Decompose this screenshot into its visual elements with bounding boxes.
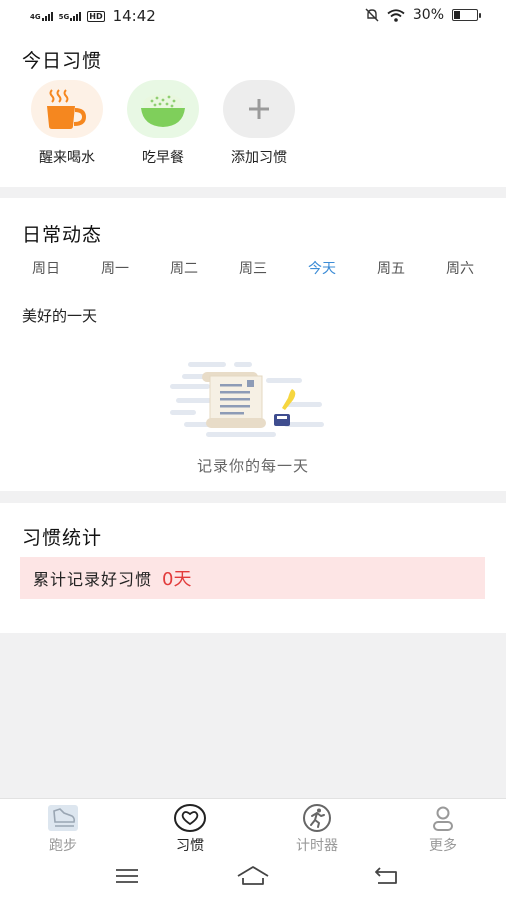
habit-drink-water[interactable]: 醒来喝水 <box>30 80 104 167</box>
signal-4g-icon: 4G <box>30 11 53 21</box>
wifi-icon <box>387 8 405 22</box>
tab-habits[interactable]: 习惯 <box>145 803 235 855</box>
daily-subtitle: 美好的一天 <box>22 307 98 325</box>
habit-stats-title: 习惯统计 <box>22 527 103 549</box>
daily-card: 日常动态 周日 周一 周二 周三 今天 周五 周六 美好的一天 记录你的每一天 <box>0 198 506 491</box>
mute-icon <box>365 8 379 22</box>
total-habits-value: 0天 <box>162 569 192 590</box>
shoe-icon <box>48 805 78 831</box>
user-icon <box>433 806 453 831</box>
runner-icon <box>303 804 331 832</box>
day-wednesday[interactable]: 周三 <box>223 258 283 278</box>
clock: 14:42 <box>112 7 156 25</box>
tab-label: 更多 <box>429 838 457 854</box>
cup-icon <box>47 89 87 129</box>
battery-percent: 30% <box>412 7 444 23</box>
day-today[interactable]: 今天 <box>292 258 352 278</box>
add-habit-button[interactable]: 添加习惯 <box>222 80 296 167</box>
habit-label: 添加习惯 <box>231 150 287 166</box>
habit-circle <box>127 80 199 138</box>
day-monday[interactable]: 周一 <box>85 258 145 278</box>
habit-list: 醒来喝水 吃早餐 添加习惯 <box>30 80 296 167</box>
hd-icon: HD <box>87 10 105 22</box>
habit-label: 醒来喝水 <box>39 150 95 166</box>
daily-title: 日常动态 <box>22 224 103 246</box>
status-bar: 4G 5G HD 14:42 30% <box>0 0 506 32</box>
habit-circle <box>31 80 103 138</box>
day-tuesday[interactable]: 周二 <box>154 258 214 278</box>
tab-running[interactable]: 跑步 <box>18 803 108 855</box>
tab-label: 习惯 <box>176 838 204 854</box>
rice-bowl-icon <box>141 94 185 127</box>
today-habits-card: 今日习惯 醒来喝水 吃早餐 添加习惯 <box>0 32 506 187</box>
plus-icon <box>249 99 269 119</box>
tab-more[interactable]: 更多 <box>398 803 488 855</box>
day-sunday[interactable]: 周日 <box>16 258 76 278</box>
tab-timer[interactable]: 计时器 <box>272 803 362 855</box>
week-selector: 周日 周一 周二 周三 今天 周五 周六 <box>16 258 490 278</box>
day-friday[interactable]: 周五 <box>361 258 421 278</box>
home-icon[interactable] <box>236 864 270 888</box>
empty-scroll-illustration <box>170 362 324 437</box>
tab-label: 跑步 <box>49 838 77 854</box>
today-habits-title: 今日习惯 <box>22 50 103 72</box>
signal-5g-icon: 5G <box>58 11 82 21</box>
heart-icon <box>174 804 206 832</box>
habit-label: 吃早餐 <box>142 150 184 166</box>
signal-5g-label: 5G <box>58 12 70 21</box>
signal-4g-label: 4G <box>30 12 41 21</box>
tab-label: 计时器 <box>296 838 338 854</box>
back-icon[interactable] <box>372 864 400 888</box>
empty-state-text: 记录你的每一天 <box>196 457 309 475</box>
total-habits-label: 累计记录好习惯 <box>33 570 153 589</box>
habit-circle <box>223 80 295 138</box>
bottom-tab-bar: 跑步 习惯 计时器 更多 <box>0 798 506 857</box>
battery-icon <box>452 9 481 21</box>
day-saturday[interactable]: 周六 <box>430 258 490 278</box>
total-habits-banner: 累计记录好习惯 0天 <box>20 557 485 599</box>
menu-icon[interactable] <box>114 864 140 888</box>
habit-breakfast[interactable]: 吃早餐 <box>126 80 200 167</box>
habit-stats-card: 习惯统计 累计记录好习惯 0天 <box>0 503 506 633</box>
system-nav-bar <box>0 856 506 900</box>
